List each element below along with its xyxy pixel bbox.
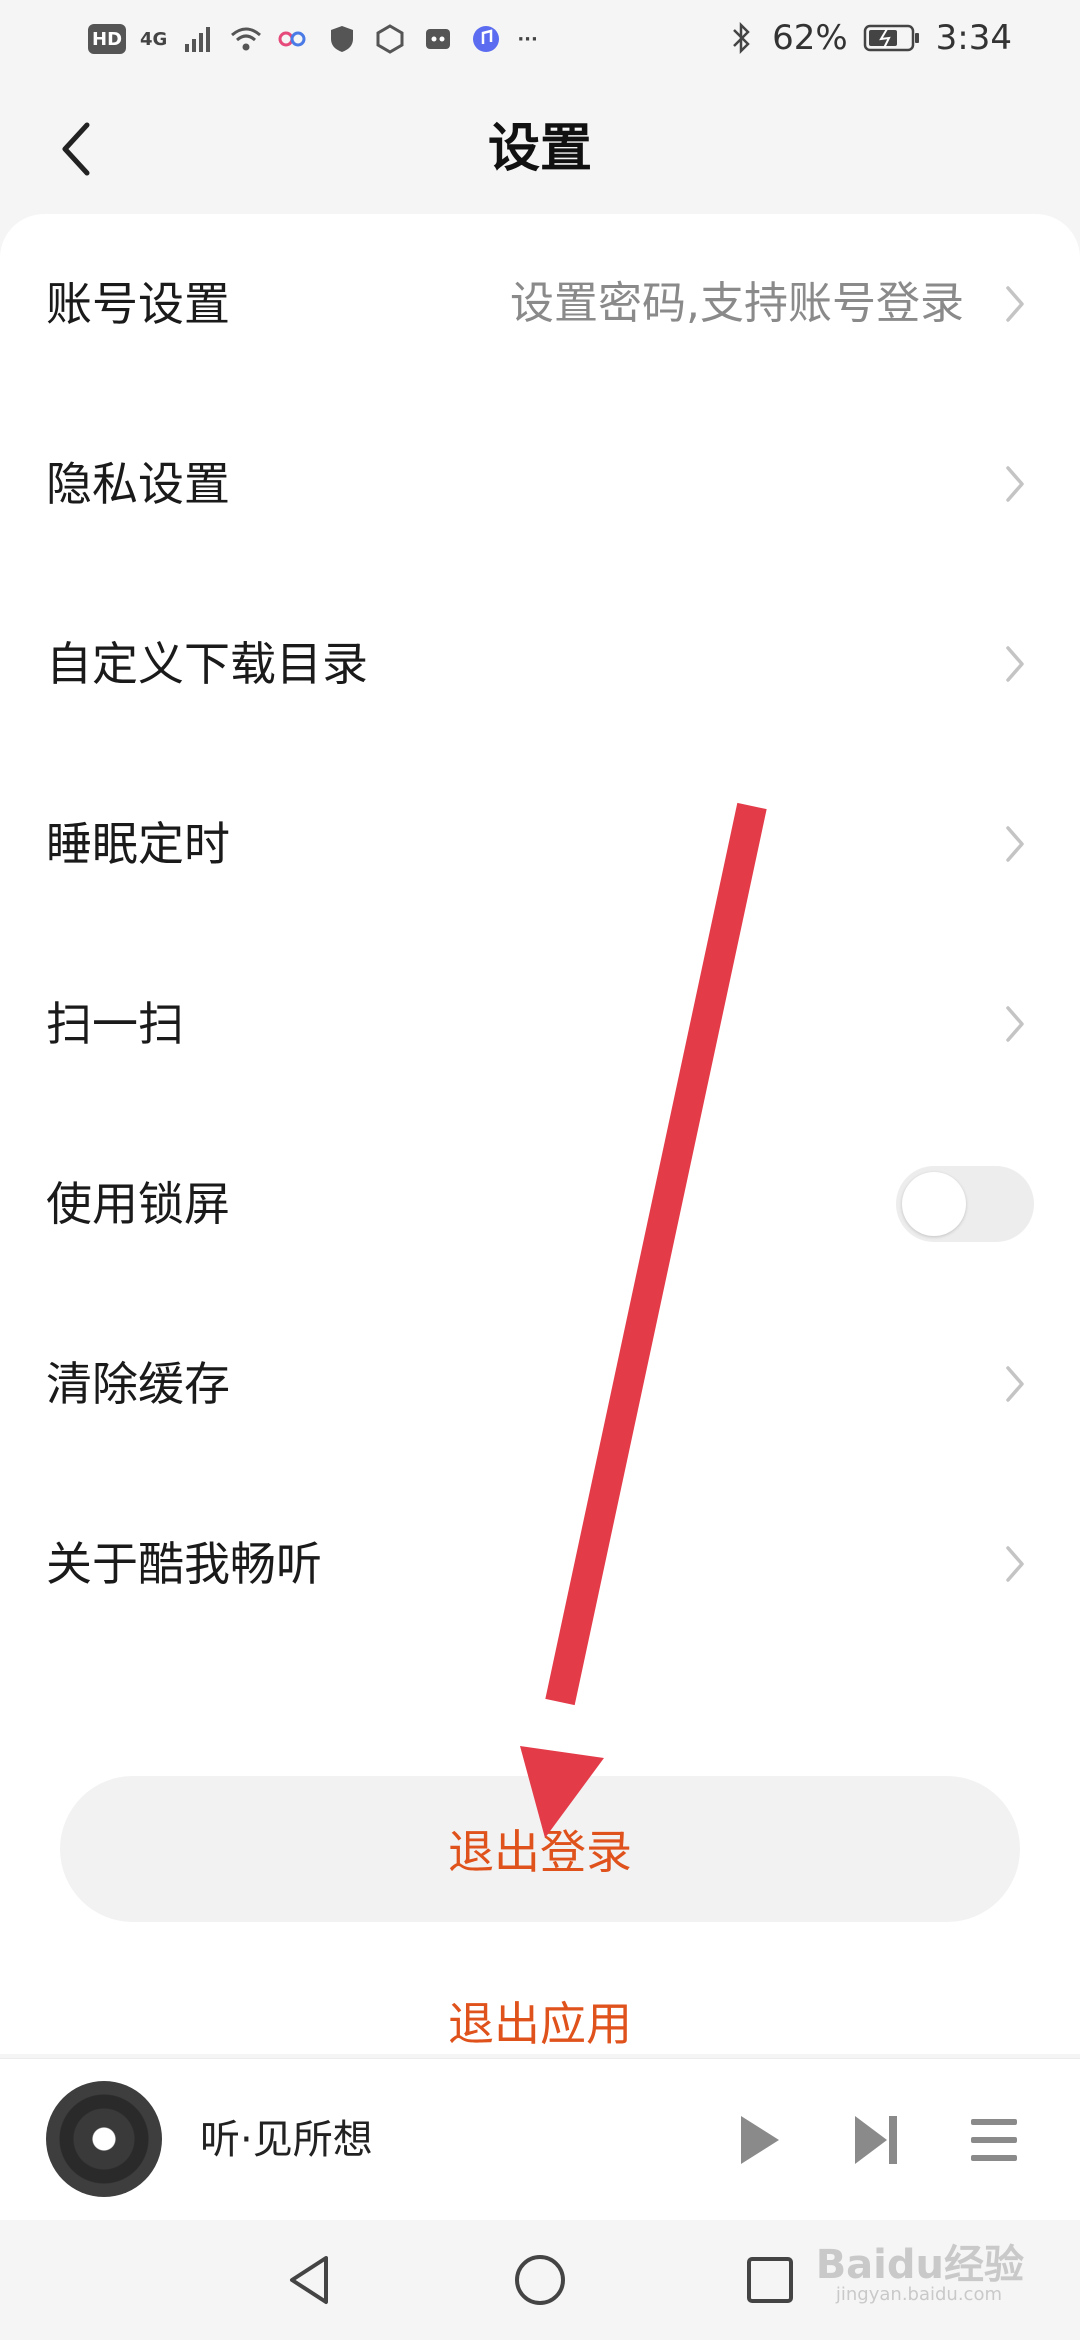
settings-item-label: 睡眠定时 — [46, 817, 230, 871]
cool-app-icon — [277, 22, 311, 56]
baidu-watermark-url: jingyan.baidu.com — [835, 2284, 1002, 2305]
settings-item-download-dir[interactable]: 自定义下载目录 — [0, 574, 1080, 754]
square-recents-icon — [747, 2257, 793, 2303]
logout-button[interactable]: 退出登录 — [60, 1776, 1020, 1922]
signal-icon — [181, 22, 215, 56]
chevron-right-icon — [1006, 286, 1024, 322]
chevron-right-icon — [1006, 1366, 1024, 1402]
play-button[interactable] — [728, 2110, 788, 2170]
status-icons-right: 62% 3:34 — [724, 18, 1012, 58]
baidu-watermark: Baidu经验 — [815, 2242, 1024, 2288]
chevron-right-icon — [1006, 826, 1024, 862]
nav-back-button[interactable] — [279, 2250, 339, 2310]
page-title: 设置 — [487, 119, 592, 179]
nav-recents-button[interactable] — [740, 2250, 800, 2310]
hd-badge: HD — [88, 24, 127, 54]
settings-item-privacy[interactable]: 隐私设置 — [0, 394, 1080, 574]
header: 设置 — [0, 84, 1080, 214]
settings-item-label: 关于酷我畅听 — [46, 1537, 322, 1591]
triangle-back-icon — [290, 2256, 328, 2304]
playlist-icon — [971, 2119, 1017, 2161]
settings-list: 账号设置 设置密码,支持账号登录 隐私设置 自定义下载目录 睡眠定时 扫一扫 使… — [0, 214, 1080, 2054]
battery-icon — [862, 21, 922, 55]
settings-item-label: 使用锁屏 — [46, 1177, 230, 1231]
mini-player[interactable]: 听·见所想 — [0, 2058, 1080, 2221]
nav-home-button[interactable] — [510, 2250, 570, 2310]
clock: 3:34 — [935, 18, 1012, 58]
playlist-button[interactable] — [964, 2110, 1024, 2170]
music-app-icon — [469, 22, 503, 56]
settings-item-label: 清除缓存 — [46, 1357, 230, 1411]
settings-item-lock-screen: 使用锁屏 — [0, 1114, 1080, 1294]
lock-screen-toggle[interactable] — [896, 1166, 1034, 1242]
circle-home-icon — [515, 2255, 565, 2305]
toggle-knob — [902, 1172, 966, 1236]
play-icon — [741, 2116, 779, 2164]
settings-item-sleep-timer[interactable]: 睡眠定时 — [0, 754, 1080, 934]
settings-item-clear-cache[interactable]: 清除缓存 — [0, 1294, 1080, 1474]
chevron-right-icon — [1006, 646, 1024, 682]
settings-item-account[interactable]: 账号设置 设置密码,支持账号登录 — [0, 214, 1080, 394]
status-icons-left: HD 4G ··· — [88, 22, 538, 56]
status-bar: HD 4G ··· 62% 3:34 — [0, 0, 1080, 84]
next-icon — [855, 2116, 897, 2164]
settings-item-label: 隐私设置 — [46, 457, 230, 511]
chevron-right-icon — [1006, 1546, 1024, 1582]
settings-item-value: 设置密码,支持账号登录 — [510, 278, 964, 329]
robot-icon — [421, 22, 455, 56]
settings-item-label: 扫一扫 — [46, 997, 184, 1051]
settings-item-label: 账号设置 — [46, 277, 230, 331]
album-disc-icon[interactable] — [46, 2081, 162, 2197]
exit-app-button[interactable]: 退出应用 — [0, 1984, 1080, 2064]
settings-item-label: 自定义下载目录 — [46, 637, 368, 691]
settings-item-about[interactable]: 关于酷我畅听 — [0, 1474, 1080, 1654]
wifi-icon — [229, 22, 263, 56]
settings-item-scan[interactable]: 扫一扫 — [0, 934, 1080, 1114]
next-button[interactable] — [846, 2110, 906, 2170]
bluetooth-icon — [724, 21, 758, 55]
shield-icon — [325, 22, 359, 56]
chevron-right-icon — [1006, 466, 1024, 502]
chevron-right-icon — [1006, 1006, 1024, 1042]
more-notifications-icon: ··· — [517, 28, 538, 50]
hand-icon — [373, 22, 407, 56]
track-title: 听·见所想 — [200, 2117, 373, 2163]
network-type: 4G — [140, 28, 168, 50]
battery-percent: 62% — [772, 18, 848, 58]
